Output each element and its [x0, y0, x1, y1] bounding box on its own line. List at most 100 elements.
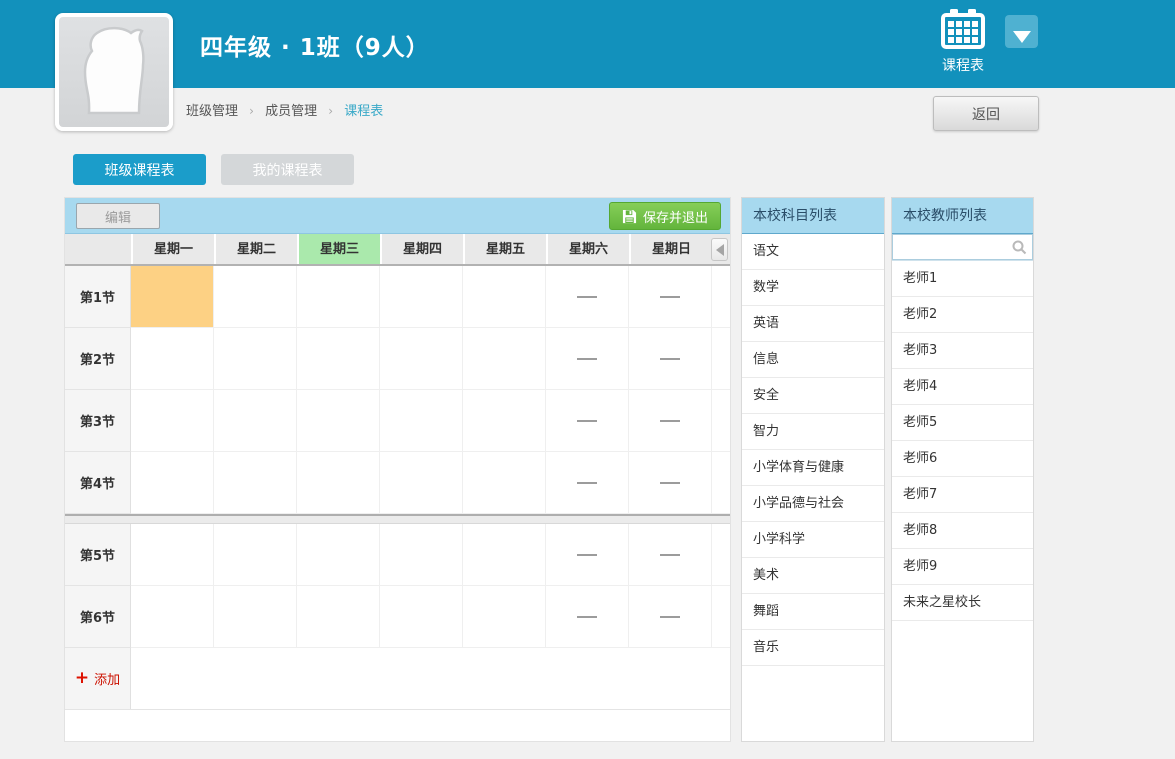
subjects-list: 语文数学英语信息安全智力小学体育与健康小学品德与社会小学科学美术舞蹈音乐: [742, 234, 884, 666]
tab-my-schedule[interactable]: 我的课程表: [221, 154, 354, 185]
grid-corner-cell: [65, 234, 131, 264]
schedule-cell-星期四-第2节[interactable]: [380, 328, 463, 390]
subject-item[interactable]: 信息: [742, 342, 884, 378]
header-dropdown-button[interactable]: [1005, 15, 1038, 48]
schedule-panel: 编辑 保存并退出 星期一星期二星期三星期四星期五星期六星期日 第1节第2节第3节…: [64, 197, 731, 742]
subjects-panel: 本校科目列表 语文数学英语信息安全智力小学体育与健康小学品德与社会小学科学美术舞…: [741, 197, 885, 742]
schedule-widget[interactable]: 课程表: [936, 9, 990, 75]
period-label: 第5节: [65, 524, 131, 586]
schedule-cell-星期四-第5节[interactable]: [380, 524, 463, 586]
schedule-cell-星期四-第6节[interactable]: [380, 586, 463, 648]
schedule-cell-星期四-第3节[interactable]: [380, 390, 463, 452]
schedule-cell-星期六-第1节: [546, 266, 629, 328]
period-row-第1节: 第1节: [65, 266, 730, 328]
save-and-exit-label: 保存并退出: [643, 207, 708, 226]
schedule-cell-星期三-第6节[interactable]: [297, 586, 380, 648]
schedule-widget-label: 课程表: [936, 55, 990, 75]
period-label: 第2节: [65, 328, 131, 390]
subject-item[interactable]: 语文: [742, 234, 884, 270]
scroll-left-button[interactable]: [711, 238, 728, 261]
teacher-item[interactable]: 老师9: [892, 549, 1033, 585]
breadcrumb-separator: ›: [328, 104, 333, 118]
breadcrumb-schedule-current: 课程表: [344, 104, 383, 119]
period-row-第2节: 第2节: [65, 328, 730, 390]
schedule-grid-body: 第1节第2节第3节第4节第5节第6节: [65, 266, 730, 648]
disabled-dash: [660, 482, 680, 484]
schedule-cell-星期一-第6节[interactable]: [131, 586, 214, 648]
save-floppy-icon: [622, 209, 637, 224]
schedule-cell-星期一-第3节[interactable]: [131, 390, 214, 452]
teacher-item[interactable]: 老师5: [892, 405, 1033, 441]
teacher-item[interactable]: 老师3: [892, 333, 1033, 369]
subject-item[interactable]: 音乐: [742, 630, 884, 666]
breadcrumb-class-management[interactable]: 班级管理: [186, 104, 238, 119]
teacher-item[interactable]: 老师8: [892, 513, 1033, 549]
schedule-cell-星期三-第1节[interactable]: [297, 266, 380, 328]
schedule-cell-星期三-第3节[interactable]: [297, 390, 380, 452]
row-tail: [712, 390, 730, 452]
schedule-cell-星期一-第2节[interactable]: [131, 328, 214, 390]
disabled-dash: [660, 296, 680, 298]
save-and-exit-button[interactable]: 保存并退出: [609, 202, 721, 230]
weekday-header-row: 星期一星期二星期三星期四星期五星期六星期日: [65, 234, 730, 266]
chevron-left-icon: [716, 244, 724, 256]
subject-item[interactable]: 小学品德与社会: [742, 486, 884, 522]
subject-item[interactable]: 舞蹈: [742, 594, 884, 630]
schedule-cell-星期五-第4节[interactable]: [463, 452, 546, 514]
teacher-item[interactable]: 老师1: [892, 261, 1033, 297]
disabled-dash: [660, 358, 680, 360]
teachers-panel-title: 本校教师列表: [892, 198, 1033, 234]
schedule-cell-星期二-第3节[interactable]: [214, 390, 297, 452]
schedule-cell-星期一-第4节[interactable]: [131, 452, 214, 514]
schedule-cell-星期五-第5节[interactable]: [463, 524, 546, 586]
period-row-第3节: 第3节: [65, 390, 730, 452]
weekday-header-星期三: 星期三: [297, 234, 380, 264]
disabled-dash: [577, 296, 597, 298]
schedule-cell-星期五-第3节[interactable]: [463, 390, 546, 452]
teacher-item[interactable]: 老师6: [892, 441, 1033, 477]
weekday-header-星期四: 星期四: [380, 234, 463, 264]
schedule-cell-星期五-第6节[interactable]: [463, 586, 546, 648]
schedule-cell-星期五-第1节[interactable]: [463, 266, 546, 328]
disabled-dash: [660, 554, 680, 556]
edit-button[interactable]: 编辑: [76, 203, 160, 229]
period-label: 第3节: [65, 390, 131, 452]
schedule-cell-星期二-第6节[interactable]: [214, 586, 297, 648]
main-content: 编辑 保存并退出 星期一星期二星期三星期四星期五星期六星期日 第1节第2节第3节…: [0, 197, 1175, 742]
add-period-label: 添加: [94, 669, 120, 688]
period-row-第6节: 第6节: [65, 586, 730, 648]
schedule-cell-星期二-第2节[interactable]: [214, 328, 297, 390]
schedule-toolbar: 编辑 保存并退出: [65, 198, 730, 234]
schedule-cell-星期二-第5节[interactable]: [214, 524, 297, 586]
teacher-item[interactable]: 老师2: [892, 297, 1033, 333]
subject-item[interactable]: 美术: [742, 558, 884, 594]
teacher-item[interactable]: 老师4: [892, 369, 1033, 405]
add-period-button[interactable]: + 添加: [65, 648, 131, 709]
breadcrumb: 班级管理 › 成员管理 › 课程表: [186, 100, 383, 119]
schedule-cell-星期五-第2节[interactable]: [463, 328, 546, 390]
subject-item[interactable]: 英语: [742, 306, 884, 342]
subject-item[interactable]: 智力: [742, 414, 884, 450]
subject-item[interactable]: 安全: [742, 378, 884, 414]
breadcrumb-separator: ›: [249, 104, 254, 118]
schedule-cell-星期四-第4节[interactable]: [380, 452, 463, 514]
avatar-silhouette-icon: [59, 17, 169, 127]
schedule-cell-星期四-第1节[interactable]: [380, 266, 463, 328]
schedule-cell-星期三-第2节[interactable]: [297, 328, 380, 390]
teacher-item[interactable]: 老师7: [892, 477, 1033, 513]
schedule-cell-星期二-第1节[interactable]: [214, 266, 297, 328]
schedule-cell-selected[interactable]: [131, 266, 214, 328]
disabled-dash: [660, 420, 680, 422]
subject-item[interactable]: 小学科学: [742, 522, 884, 558]
subject-item[interactable]: 小学体育与健康: [742, 450, 884, 486]
back-button[interactable]: 返回: [933, 96, 1039, 131]
tab-class-schedule[interactable]: 班级课程表: [73, 154, 206, 185]
schedule-cell-星期三-第4节[interactable]: [297, 452, 380, 514]
schedule-cell-星期三-第5节[interactable]: [297, 524, 380, 586]
schedule-cell-星期二-第4节[interactable]: [214, 452, 297, 514]
teacher-item[interactable]: 未来之星校长: [892, 585, 1033, 621]
subject-item[interactable]: 数学: [742, 270, 884, 306]
breadcrumb-member-management[interactable]: 成员管理: [265, 104, 317, 119]
schedule-cell-星期一-第5节[interactable]: [131, 524, 214, 586]
page-title: 四年级 · 1班（9人）: [200, 28, 430, 62]
